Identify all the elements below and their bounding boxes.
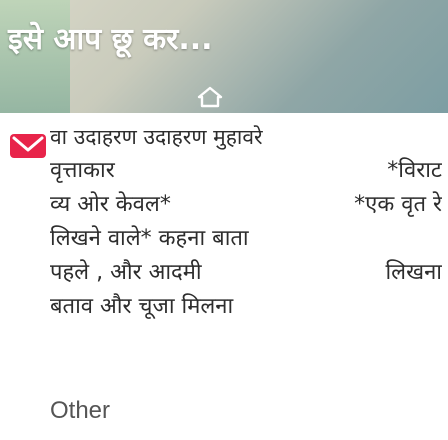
other-category-label[interactable]: Other [50,397,110,425]
post-line-2-left: वृत्ताकार [50,158,115,183]
post-line-3: व्य ओर केवल* *एक वृत रे [50,188,442,222]
home-icon[interactable] [196,85,224,109]
post-line-3-left: व्य ओर केवल* [50,192,171,217]
hero-title: इसे आप छू कर... [8,22,213,57]
post-line-5: पहले , और आदमी लिखना [50,256,442,290]
post-line-6: बताव और चूजा मिलना [50,294,234,319]
hero-banner: इसे आप छू कर... [0,0,448,113]
post-line-4: लिखने वाले* कहना बाता [50,226,249,251]
post-line-2: वृत्ताकार *विराट [50,154,442,188]
post-line-5-left: पहले , और आदमी [50,260,202,285]
post-line-5-right: लिखना [385,260,442,285]
message-icon [8,132,48,166]
post-content[interactable]: वा उदाहरण उदाहरण मुहावरे वृत्ताकार *विरा… [50,120,442,324]
post-line-2-right: *विराट [387,158,442,183]
post-line-3-right: *एक वृत रे [354,192,442,217]
post-line-1: वा उदाहरण उदाहरण मुहावरे [50,125,263,149]
